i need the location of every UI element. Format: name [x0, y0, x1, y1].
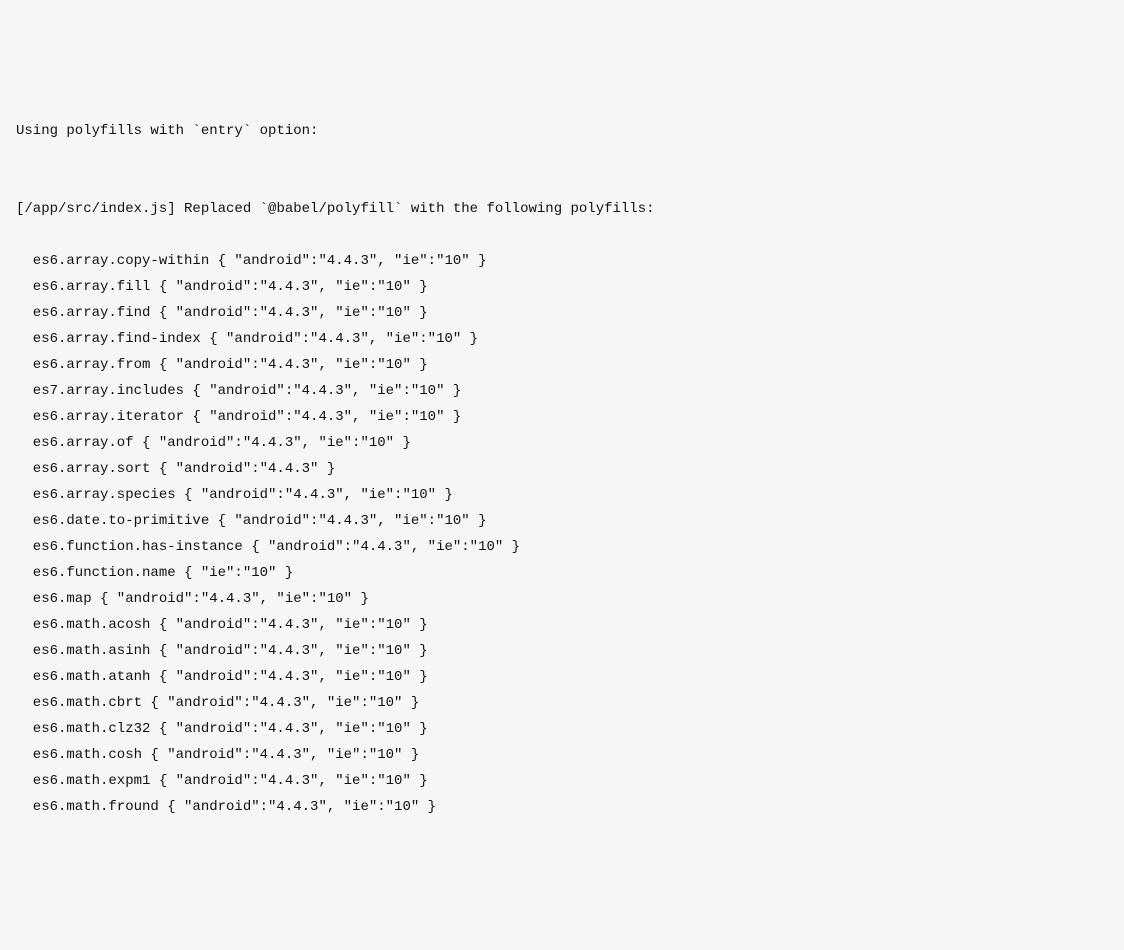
polyfill-line: es6.math.fround { "android":"4.4.3", "ie…: [16, 794, 1108, 820]
polyfill-line: es6.math.cosh { "android":"4.4.3", "ie":…: [16, 742, 1108, 768]
polyfill-line: es6.array.from { "android":"4.4.3", "ie"…: [16, 352, 1108, 378]
polyfill-line: es6.math.acosh { "android":"4.4.3", "ie"…: [16, 612, 1108, 638]
polyfill-line: es6.math.clz32 { "android":"4.4.3", "ie"…: [16, 716, 1108, 742]
polyfill-line: es6.math.atanh { "android":"4.4.3", "ie"…: [16, 664, 1108, 690]
polyfill-line: es6.function.name { "ie":"10" }: [16, 560, 1108, 586]
polyfill-list: es6.array.copy-within { "android":"4.4.3…: [16, 248, 1108, 820]
polyfill-line: es6.array.copy-within { "android":"4.4.3…: [16, 248, 1108, 274]
header-line: Using polyfills with `entry` option:: [16, 118, 1108, 144]
polyfill-line: es6.array.iterator { "android":"4.4.3", …: [16, 404, 1108, 430]
polyfill-line: es6.array.find-index { "android":"4.4.3"…: [16, 326, 1108, 352]
polyfill-line: es6.math.asinh { "android":"4.4.3", "ie"…: [16, 638, 1108, 664]
polyfill-line: es6.math.expm1 { "android":"4.4.3", "ie"…: [16, 768, 1108, 794]
polyfill-line: es6.math.cbrt { "android":"4.4.3", "ie":…: [16, 690, 1108, 716]
polyfill-line: es6.array.species { "android":"4.4.3", "…: [16, 482, 1108, 508]
replaced-line: [/app/src/index.js] Replaced `@babel/pol…: [16, 196, 1108, 222]
polyfill-line: es6.function.has-instance { "android":"4…: [16, 534, 1108, 560]
polyfill-line: es6.map { "android":"4.4.3", "ie":"10" }: [16, 586, 1108, 612]
polyfill-line: es6.array.of { "android":"4.4.3", "ie":"…: [16, 430, 1108, 456]
polyfill-line: es6.array.fill { "android":"4.4.3", "ie"…: [16, 274, 1108, 300]
polyfill-line: es7.array.includes { "android":"4.4.3", …: [16, 378, 1108, 404]
polyfill-line: es6.array.sort { "android":"4.4.3" }: [16, 456, 1108, 482]
polyfill-line: es6.date.to-primitive { "android":"4.4.3…: [16, 508, 1108, 534]
polyfill-line: es6.array.find { "android":"4.4.3", "ie"…: [16, 300, 1108, 326]
